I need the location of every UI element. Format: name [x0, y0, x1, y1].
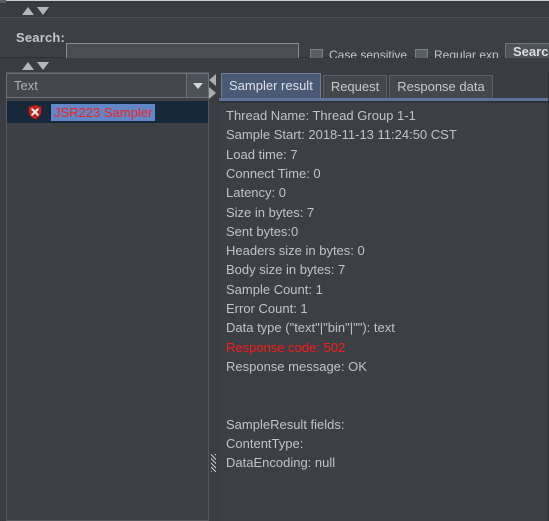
- result-line: ContentType:: [226, 436, 304, 452]
- search-toolbar: Search: Case sensitive Regular exp. Sear…: [0, 17, 549, 69]
- tab-sampler-result[interactable]: Sampler result: [221, 73, 321, 98]
- result-line: Data type ("text"|"bin"|""): text: [226, 320, 395, 336]
- vertical-splitter[interactable]: [209, 72, 218, 521]
- splitter-collapse-right-icon[interactable]: [209, 87, 216, 99]
- collapse-down-icon-2[interactable]: [37, 62, 49, 70]
- result-line: SampleResult fields:: [226, 416, 345, 432]
- result-line: Thread Name: Thread Group 1-1: [226, 108, 416, 123]
- splitter-grip-handle[interactable]: [211, 454, 216, 472]
- tab-request[interactable]: Request: [322, 75, 388, 98]
- result-line: Body size in bytes: 7: [226, 262, 346, 278]
- result-line: Load time: 7: [226, 146, 298, 162]
- results-split-pane: Text JSR223 Sampler Sampler result Reques…: [0, 72, 549, 521]
- result-line: Error Count: 1: [226, 301, 308, 316]
- splitter-collapse-left-icon[interactable]: [209, 74, 216, 86]
- sampler-detail-pane: Sampler result Request Response data Threa…: [219, 72, 549, 521]
- tree-node-label: JSR223 Sampler: [51, 103, 156, 121]
- render-type-dropdown-value: Text: [14, 78, 38, 93]
- result-line: Connect Time: 0: [226, 165, 321, 181]
- search-label: Search:: [16, 30, 66, 45]
- window-top-edge: [0, 0, 549, 2]
- detail-tabbar: Sampler result Request Response data: [219, 72, 549, 99]
- results-tree[interactable]: JSR223 Sampler: [7, 99, 208, 520]
- error-shield-icon: [27, 104, 43, 121]
- splitter-collapse-strip-second[interactable]: [0, 58, 549, 72]
- render-type-dropdown[interactable]: Text: [6, 73, 209, 98]
- collapse-down-icon[interactable]: [37, 7, 49, 15]
- collapse-up-icon[interactable]: [22, 7, 34, 15]
- result-line: Latency: 0: [226, 185, 286, 201]
- collapse-up-icon-2[interactable]: [22, 62, 34, 70]
- result-line: Response code: 502: [226, 339, 346, 355]
- tab-response-data[interactable]: Response data: [389, 75, 493, 98]
- tree-node-jsr223-sampler[interactable]: JSR223 Sampler: [7, 101, 208, 123]
- sampler-result-text[interactable]: Thread Name: Thread Group 1-1 Sample Star…: [219, 103, 549, 521]
- splitter-collapse-strip-top[interactable]: [0, 3, 549, 17]
- result-line: Response message: OK: [226, 358, 367, 374]
- result-line: Size in bytes: 7: [226, 204, 315, 220]
- chevron-down-icon[interactable]: [186, 74, 208, 97]
- result-line: Sample Start: 2018-11-13 11:24:50 CST: [226, 127, 457, 143]
- result-line: Sent bytes:0: [226, 223, 299, 239]
- result-line: Headers size in bytes: 0: [226, 243, 365, 259]
- result-line: Sample Count: 1: [226, 281, 323, 297]
- result-line: DataEncoding: null: [226, 455, 336, 471]
